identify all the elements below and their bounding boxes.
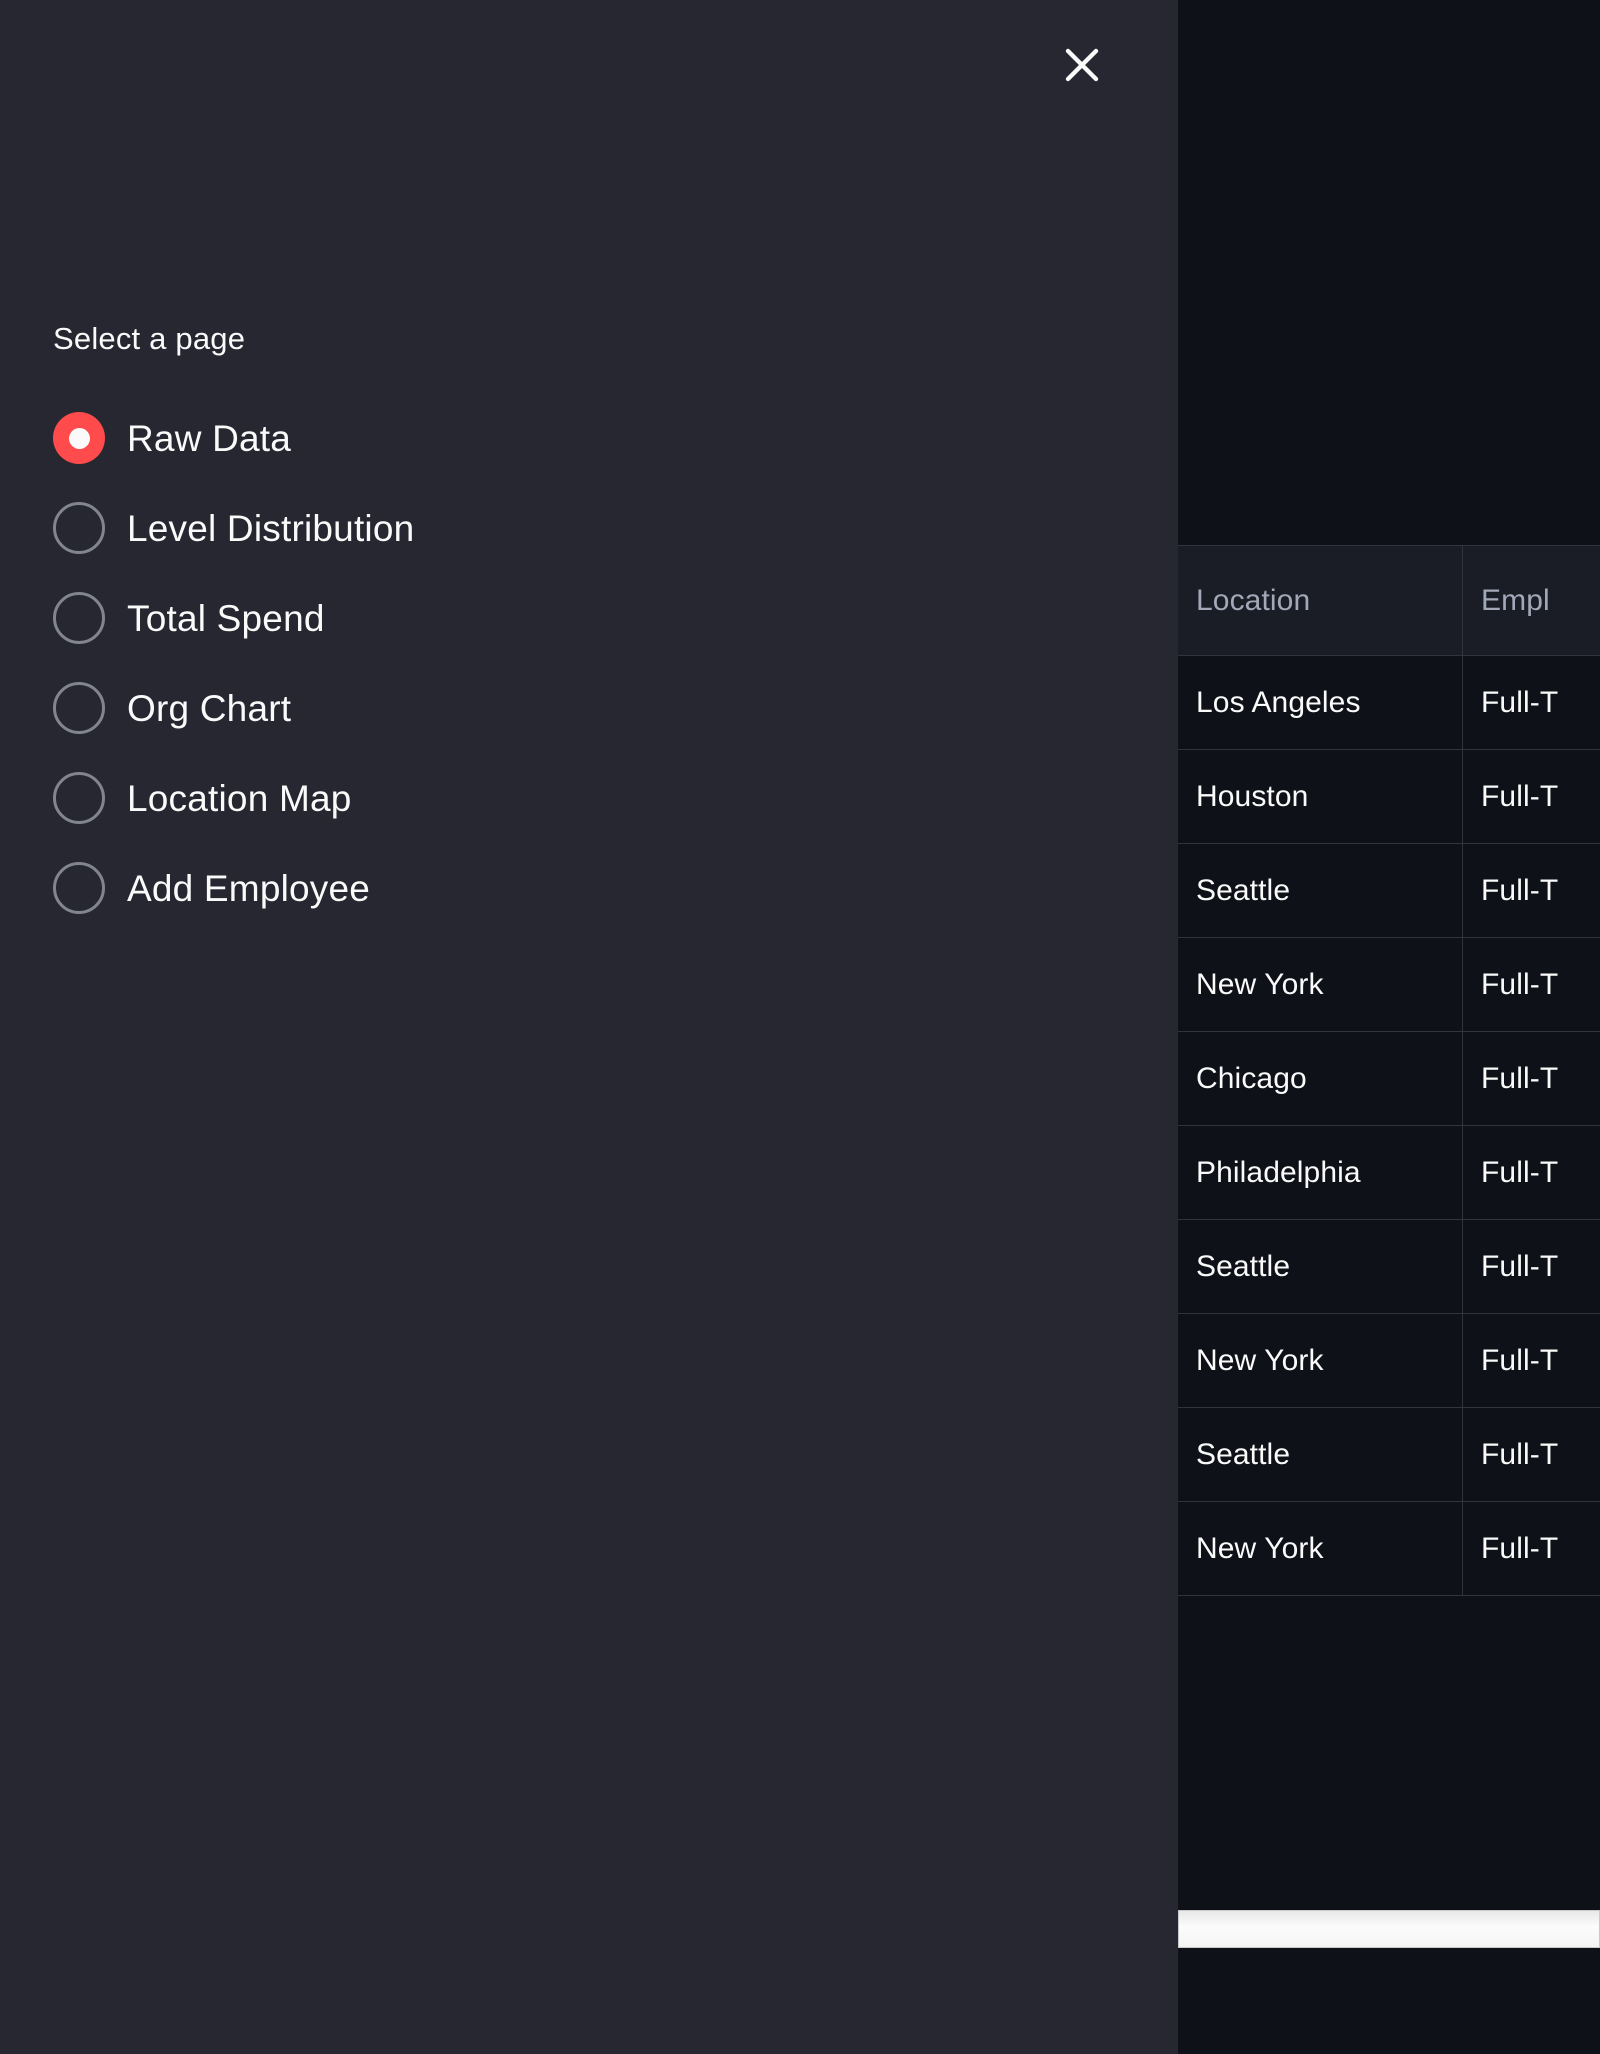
panel-body: Select a page Raw Data Level Distributio… <box>53 320 1103 933</box>
radio-option-org-chart[interactable]: Org Chart <box>53 663 1103 753</box>
cell-location: Chicago <box>1178 1032 1463 1126</box>
raw-data-table: Location Empl Los Angeles Full-T Houston… <box>1178 545 1600 1596</box>
scrollbar-thumb[interactable] <box>1178 1910 1600 1948</box>
table-horizontal-scrollbar[interactable] <box>1178 1908 1600 1950</box>
cell-location: New York <box>1178 1314 1463 1408</box>
cell-location: New York <box>1178 938 1463 1032</box>
radio-option-level-distribution[interactable]: Level Distribution <box>53 483 1103 573</box>
table-row[interactable]: Los Angeles Full-T <box>1178 656 1600 750</box>
cell-location: Seattle <box>1178 844 1463 938</box>
close-icon[interactable] <box>1039 22 1125 108</box>
table-row[interactable]: New York Full-T <box>1178 938 1600 1032</box>
cell-employment: Full-T <box>1463 1032 1600 1126</box>
column-header-location[interactable]: Location <box>1178 546 1463 656</box>
cell-employment: Full-T <box>1463 938 1600 1032</box>
radio-label: Org Chart <box>127 690 291 727</box>
table-row[interactable]: Philadelphia Full-T <box>1178 1126 1600 1220</box>
cell-location: Seattle <box>1178 1408 1463 1502</box>
radio-indicator-icon <box>53 592 105 644</box>
radio-label: Level Distribution <box>127 510 414 547</box>
radio-indicator-icon <box>53 502 105 554</box>
radio-option-add-employee[interactable]: Add Employee <box>53 843 1103 933</box>
cell-location: Philadelphia <box>1178 1126 1463 1220</box>
radio-label: Raw Data <box>127 420 291 457</box>
table-row[interactable]: New York Full-T <box>1178 1314 1600 1408</box>
table-row[interactable]: Seattle Full-T <box>1178 1220 1600 1314</box>
table-row[interactable]: New York Full-T <box>1178 1502 1600 1596</box>
radio-indicator-icon <box>53 772 105 824</box>
radio-label: Location Map <box>127 780 352 817</box>
page-selector-panel: Select a page Raw Data Level Distributio… <box>0 0 1178 2054</box>
cell-employment: Full-T <box>1463 1126 1600 1220</box>
cell-location: Houston <box>1178 750 1463 844</box>
radio-option-location-map[interactable]: Location Map <box>53 753 1103 843</box>
page-selector-label: Select a page <box>53 320 1103 357</box>
cell-employment: Full-T <box>1463 750 1600 844</box>
radio-option-total-spend[interactable]: Total Spend <box>53 573 1103 663</box>
table-row[interactable]: Houston Full-T <box>1178 750 1600 844</box>
page-radio-group[interactable]: Raw Data Level Distribution Total Spend … <box>53 393 1103 933</box>
screen-root: Location Empl Los Angeles Full-T Houston… <box>0 0 1600 2054</box>
cell-employment: Full-T <box>1463 844 1600 938</box>
cell-employment: Full-T <box>1463 1502 1600 1596</box>
cell-employment: Full-T <box>1463 1220 1600 1314</box>
radio-indicator-icon <box>53 682 105 734</box>
table-row[interactable]: Seattle Full-T <box>1178 844 1600 938</box>
cell-employment: Full-T <box>1463 1314 1600 1408</box>
radio-label: Total Spend <box>127 600 325 637</box>
cell-location: Seattle <box>1178 1220 1463 1314</box>
table-row[interactable]: Seattle Full-T <box>1178 1408 1600 1502</box>
cell-employment: Full-T <box>1463 1408 1600 1502</box>
cell-location: Los Angeles <box>1178 656 1463 750</box>
cell-location: New York <box>1178 1502 1463 1596</box>
table-header-row: Location Empl <box>1178 546 1600 656</box>
table-row[interactable]: Chicago Full-T <box>1178 1032 1600 1126</box>
radio-label: Add Employee <box>127 870 370 907</box>
cell-employment: Full-T <box>1463 656 1600 750</box>
radio-option-raw-data[interactable]: Raw Data <box>53 393 1103 483</box>
column-header-employment[interactable]: Empl <box>1463 546 1600 656</box>
radio-indicator-icon <box>53 412 105 464</box>
radio-indicator-icon <box>53 862 105 914</box>
